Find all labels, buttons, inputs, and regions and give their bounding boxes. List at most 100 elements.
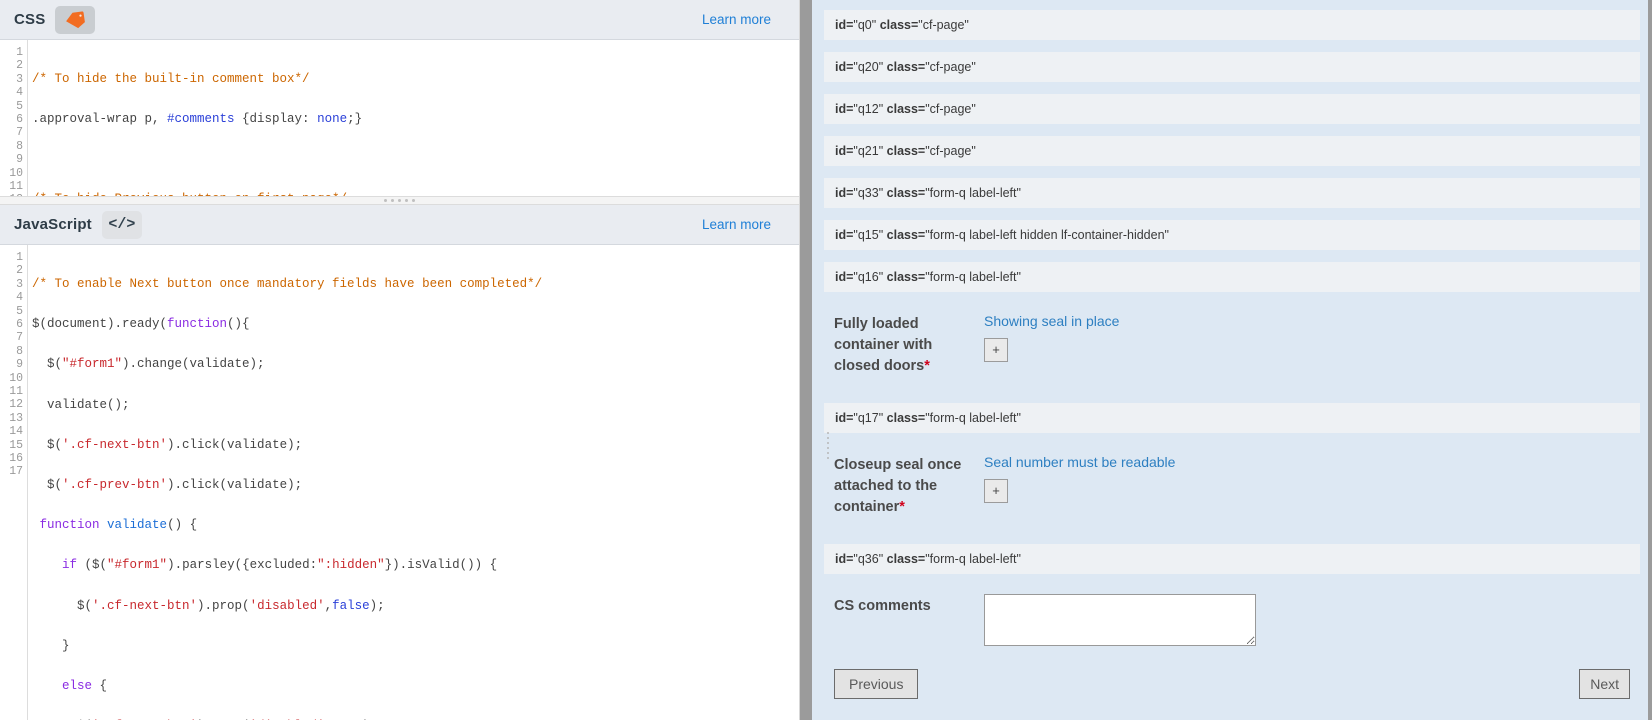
meta-class-key: class= [887,411,926,425]
javascript-line-number-gutter: 1234567891011121314151617 [0,245,28,720]
meta-id-key: id= [835,552,853,566]
editor-column: CSS Learn more 123456789101112131415 /* … [0,0,800,720]
line-number: 6 [0,318,27,331]
css-code-area[interactable]: 123456789101112131415 /* To hide the bui… [0,40,799,196]
line-number: 15 [0,439,27,452]
line-number: 7 [0,331,27,344]
handle-dot [412,199,415,202]
line-number: 16 [0,452,27,465]
meta-class-key: class= [887,552,926,566]
css-code-content[interactable]: /* To hide the built-in comment box*/ .a… [28,40,799,196]
line-number: 13 [0,412,27,425]
meta-class-value: "cf-page" [918,18,969,32]
code-icon[interactable]: </> [102,211,142,239]
handle-dot [391,199,394,202]
line-number: 12 [0,398,27,411]
previous-button[interactable]: Previous [834,669,918,699]
javascript-code-content[interactable]: /* To enable Next button once mandatory … [28,245,799,720]
meta-class-key: class= [887,186,926,200]
required-asterisk: * [899,499,905,515]
cs-comments-input[interactable] [984,594,1256,646]
meta-id-value: "q15" [853,228,883,242]
question-label-text: Closeup seal once attached to the contai… [834,457,961,515]
question-label-text: Fully loaded container with closed doors [834,316,932,374]
required-asterisk: * [924,358,930,374]
line-number: 17 [0,465,27,478]
question-row: Closeup seal once attached to the contai… [824,445,1640,532]
add-photo-button[interactable]: + [984,479,1008,503]
meta-id-key: id= [835,228,853,242]
meta-id-key: id= [835,411,853,425]
meta-class-key: class= [887,60,926,74]
line-number: 5 [0,305,27,318]
form-question-q17: id="q17" class="form-q label-left" Close… [824,403,1640,532]
next-button[interactable]: Next [1579,669,1630,699]
line-number: 11 [0,180,27,193]
css-pane-header: CSS Learn more [0,0,799,40]
field-hint-text: Seal number must be readable [984,453,1630,471]
line-number: 5 [0,100,27,113]
meta-id-value: "q20" [853,60,883,74]
element-meta-row: id="q12" class="cf-page" [824,94,1640,124]
editor-vertical-resize-handle[interactable] [0,196,799,205]
line-number: 4 [0,86,27,99]
handle-dot [398,199,401,202]
css-pane-title: CSS [14,11,45,28]
cs-comments-label: CS comments [834,594,982,617]
line-number: 10 [0,372,27,385]
handle-dot [405,199,408,202]
javascript-editor-pane: JavaScript </> Learn more 12345678910111… [0,205,799,720]
question-label: Closeup seal once attached to the contai… [834,453,982,518]
question-field: Seal number must be readable + [982,453,1630,503]
javascript-pane-header: JavaScript </> Learn more [0,205,799,245]
element-meta-row: id="q0" class="cf-page" [824,10,1640,40]
element-meta-row: id="q21" class="cf-page" [824,136,1640,166]
javascript-code-area[interactable]: 1234567891011121314151617 /* To enable N… [0,245,799,720]
meta-id-value: "q12" [853,102,883,116]
page-navigation-row: Previous Next [824,665,1640,715]
css-learn-more-link[interactable]: Learn more [702,12,785,27]
tag-icon[interactable] [55,6,95,34]
line-number: 1 [0,46,27,59]
line-number: 12 [0,193,27,196]
line-number: 3 [0,73,27,86]
line-number: 4 [0,291,27,304]
line-number: 1 [0,251,27,264]
codepen-editor-app: CSS Learn more 123456789101112131415 /* … [0,0,1652,720]
meta-id-value: "q36" [853,552,883,566]
line-number: 14 [0,425,27,438]
meta-id-value: "q16" [853,270,883,284]
add-photo-button[interactable]: + [984,338,1008,362]
question-row: CS comments [824,586,1640,665]
question-label: Fully loaded container with closed doors… [834,312,982,377]
line-number: 11 [0,385,27,398]
preview-scrollbar[interactable] [1648,0,1652,720]
line-number: 9 [0,358,27,371]
meta-id-key: id= [835,144,853,158]
meta-class-key: class= [887,228,926,242]
element-meta-row: id="q20" class="cf-page" [824,52,1640,82]
javascript-learn-more-link[interactable]: Learn more [702,217,785,232]
line-number: 2 [0,264,27,277]
meta-class-key: class= [887,102,926,116]
meta-id-key: id= [835,102,853,116]
element-meta-row: id="q16" class="form-q label-left" [824,262,1640,292]
meta-class-value: "form-q label-left" [925,552,1021,566]
line-number: 3 [0,278,27,291]
line-number: 6 [0,113,27,126]
question-field [982,594,1630,651]
meta-class-value: "form-q label-left hidden lf-container-h… [925,228,1169,242]
panel-horizontal-resize-handle[interactable] [800,0,812,720]
form-question-q36: id="q36" class="form-q label-left" CS co… [824,544,1640,715]
element-meta-row: id="q15" class="form-q label-left hidden… [824,220,1640,250]
meta-id-value: "q17" [853,411,883,425]
line-number: 10 [0,167,27,180]
meta-class-key: class= [887,144,926,158]
meta-id-value: "q21" [853,144,883,158]
javascript-pane-title: JavaScript [14,216,92,233]
question-row: Fully loaded container with closed doors… [824,304,1640,391]
meta-id-key: id= [835,186,853,200]
meta-class-value: "form-q label-left" [925,186,1021,200]
meta-id-value: "q33" [853,186,883,200]
line-number: 8 [0,345,27,358]
